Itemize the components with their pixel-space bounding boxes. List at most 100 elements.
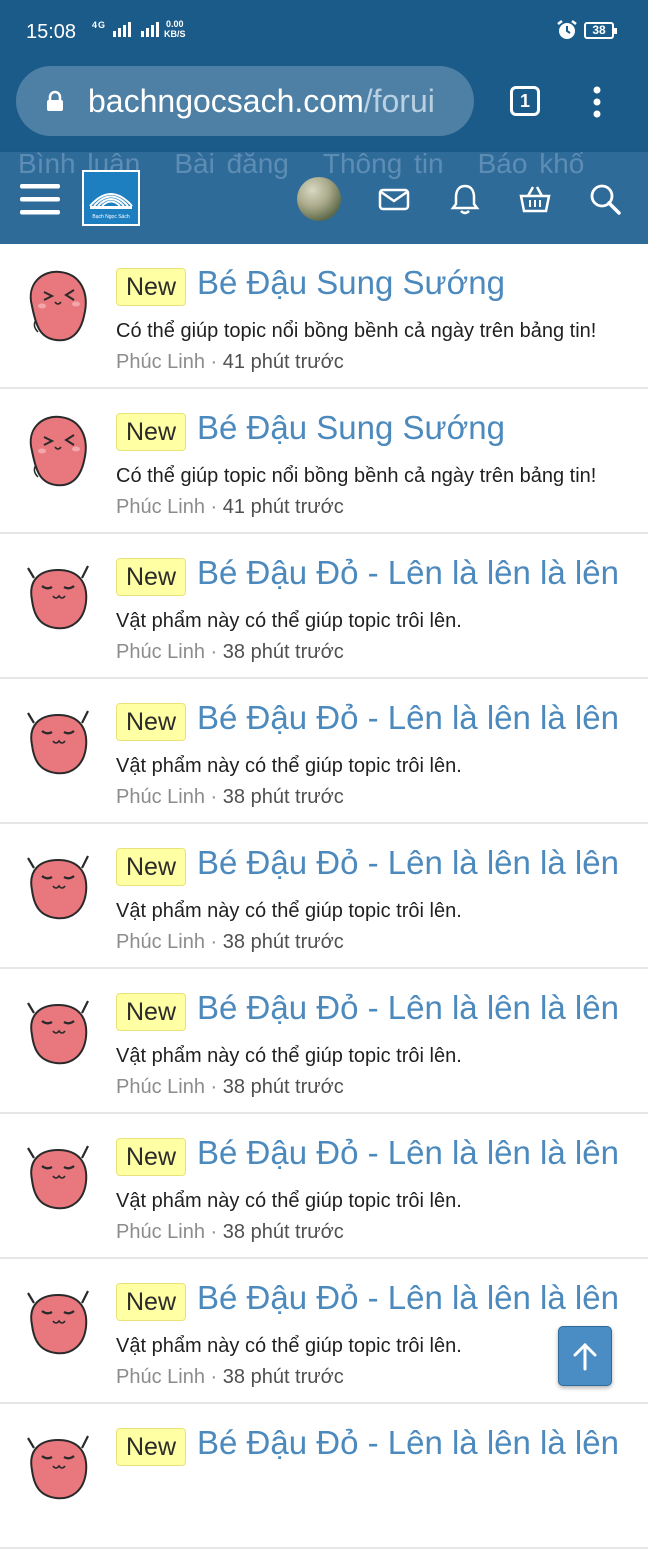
meta-separator: · [210, 496, 218, 518]
bell-icon[interactable] [448, 182, 482, 216]
scroll-to-top-button[interactable] [558, 1326, 612, 1386]
bean-character-icon [22, 1426, 94, 1504]
timestamp: 38 phút trước [222, 1076, 344, 1098]
logo-text: Bạch Ngọc Sách [92, 214, 130, 220]
notification-list: New Bé Đậu Sung Sướng Có thể giúp topic nổ… [0, 244, 648, 1549]
tab-switcher-button[interactable]: 1 [510, 86, 540, 116]
new-badge: New [116, 558, 187, 596]
list-item[interactable]: New Bé Đậu Đỏ - Lên là lên là lên Vật phẩm… [0, 824, 648, 969]
item-description: Vật phẩm này có thể giúp topic trôi lên. [116, 1190, 462, 1212]
item-title-link[interactable]: Bé Đậu Đỏ - Lên là lên là lên [197, 699, 619, 737]
new-badge: New [116, 1283, 187, 1321]
arrow-up-icon [573, 1342, 597, 1371]
bean-character-icon [22, 701, 94, 779]
author-name[interactable]: Phúc Linh [116, 351, 205, 373]
basket-icon[interactable] [518, 182, 552, 216]
network-type: 4G [92, 20, 107, 30]
item-meta: Phúc Linh · 38 phút trước [116, 1076, 344, 1099]
item-meta: Phúc Linh · 38 phút trước [116, 641, 344, 664]
menu-icon[interactable] [20, 182, 60, 216]
url-path: /forui [363, 83, 435, 119]
list-item[interactable]: New Bé Đậu Đỏ - Lên là lên là lên Vật phẩm… [0, 679, 648, 824]
item-title-link[interactable]: Bé Đậu Sung Sướng [197, 264, 505, 302]
meta-separator: · [210, 1366, 218, 1388]
item-title-link[interactable]: Bé Đậu Sung Sướng [197, 409, 505, 447]
timestamp: 38 phút trước [222, 1221, 344, 1243]
book-icon [89, 193, 133, 209]
item-description: Vật phẩm này có thể giúp topic trôi lên. [116, 1045, 462, 1067]
item-description: Có thể giúp topic nổi bồng bềnh cả ngày … [116, 465, 597, 487]
bean-character-icon [22, 266, 94, 344]
author-name[interactable]: Phúc Linh [116, 1221, 205, 1243]
browser-toolbar: bachngocsach.com/forui 1 [0, 62, 648, 152]
tab-info: Thông tin [322, 152, 444, 179]
author-name[interactable]: Phúc Linh [116, 496, 205, 518]
bean-character-icon [22, 556, 94, 634]
list-item[interactable]: New Bé Đậu Đỏ - Lên là lên là lên [0, 1404, 648, 1549]
new-badge: New [116, 1138, 187, 1176]
item-description: Vật phẩm này có thể giúp topic trôi lên. [116, 610, 462, 632]
new-badge: New [116, 703, 187, 741]
lock-icon [47, 90, 63, 111]
item-title-link[interactable]: Bé Đậu Đỏ - Lên là lên là lên [197, 1134, 619, 1172]
bean-character-icon [22, 411, 94, 489]
bean-character-icon [22, 846, 94, 924]
meta-separator: · [210, 931, 218, 953]
item-description: Có thể giúp topic nổi bồng bềnh cả ngày … [116, 320, 597, 342]
list-item[interactable]: New Bé Đậu Đỏ - Lên là lên là lên Vật phẩm… [0, 1259, 648, 1404]
address-bar[interactable]: bachngocsach.com/forui [16, 66, 474, 136]
item-title-link[interactable]: Bé Đậu Đỏ - Lên là lên là lên [197, 844, 619, 882]
author-name[interactable]: Phúc Linh [116, 641, 205, 663]
item-meta: Phúc Linh · 38 phút trước [116, 1221, 344, 1244]
meta-separator: · [210, 1221, 218, 1243]
search-icon[interactable] [588, 182, 622, 216]
item-meta: Phúc Linh · 41 phút trước [116, 496, 344, 519]
forum-header: Bình luận Bài đăng Thông tin Báo khổ Bạch N… [0, 152, 648, 244]
battery-icon: 38 [584, 22, 617, 39]
new-badge: New [116, 848, 187, 886]
item-meta: Phúc Linh · 38 phút trước [116, 931, 344, 954]
timestamp: 38 phút trước [222, 931, 344, 953]
meta-separator: · [210, 1076, 218, 1098]
speed-unit: KB/S [164, 29, 186, 39]
list-item[interactable]: New Bé Đậu Đỏ - Lên là lên là lên Vật phẩm… [0, 969, 648, 1114]
author-name[interactable]: Phúc Linh [116, 1076, 205, 1098]
battery-level: 38 [592, 23, 606, 37]
item-title-link[interactable]: Bé Đậu Đỏ - Lên là lên là lên [197, 989, 619, 1027]
timestamp: 41 phút trước [222, 351, 344, 373]
item-description: Vật phẩm này có thể giúp topic trôi lên. [116, 1335, 462, 1357]
new-badge: New [116, 993, 187, 1031]
new-badge: New [116, 268, 187, 306]
bean-character-icon [22, 1136, 94, 1214]
item-description: Vật phẩm này có thể giúp topic trôi lên. [116, 755, 462, 777]
author-name[interactable]: Phúc Linh [116, 786, 205, 808]
more-options-icon[interactable] [588, 84, 606, 120]
bean-character-icon [22, 991, 94, 1069]
list-item[interactable]: New Bé Đậu Đỏ - Lên là lên là lên Vật phẩm… [0, 534, 648, 679]
item-title-link[interactable]: Bé Đậu Đỏ - Lên là lên là lên [197, 554, 619, 592]
bean-character-icon [22, 1281, 94, 1359]
author-name[interactable]: Phúc Linh [116, 1366, 205, 1388]
tab-report: Báo khổ [477, 152, 585, 179]
meta-separator: · [210, 786, 218, 808]
item-title-link[interactable]: Bé Đậu Đỏ - Lên là lên là lên [197, 1279, 619, 1317]
speed-value: 0.00 [165, 19, 184, 29]
author-name[interactable]: Phúc Linh [116, 931, 205, 953]
status-bar: 15:08 4G 0.00 KB/S 38 [0, 0, 648, 62]
user-avatar[interactable] [297, 177, 341, 221]
site-logo[interactable]: Bạch Ngọc Sách [82, 170, 140, 226]
timestamp: 38 phút trước [222, 1366, 344, 1388]
item-meta: Phúc Linh · 41 phút trước [116, 351, 344, 374]
timestamp: 41 phút trước [222, 496, 344, 518]
item-title-link[interactable]: Bé Đậu Đỏ - Lên là lên là lên [197, 1424, 619, 1462]
list-item[interactable]: New Bé Đậu Sung Sướng Có thể giúp topic nổ… [0, 244, 648, 389]
list-item[interactable]: New Bé Đậu Sung Sướng Có thể giúp topic nổ… [0, 389, 648, 534]
item-description: Vật phẩm này có thể giúp topic trôi lên. [116, 900, 462, 922]
list-item[interactable]: New Bé Đậu Đỏ - Lên là lên là lên Vật phẩm… [0, 1114, 648, 1259]
url-domain: bachngocsach.com [88, 83, 364, 119]
meta-separator: · [210, 641, 218, 663]
envelope-icon[interactable] [377, 182, 411, 216]
status-time: 15:08 [26, 21, 77, 43]
network-signal-icon: 4G [92, 20, 171, 38]
item-meta: Phúc Linh · 38 phút trước [116, 1366, 344, 1389]
